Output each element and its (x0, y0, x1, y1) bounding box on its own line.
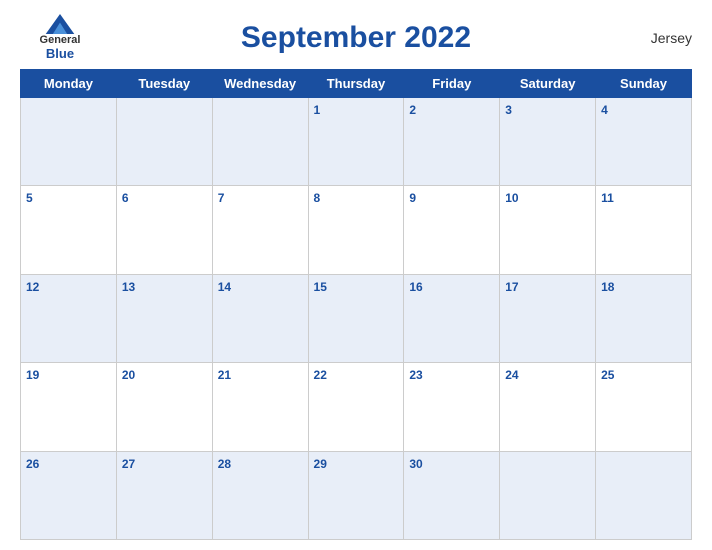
weekday-header-friday: Friday (404, 70, 500, 98)
day-number: 2 (409, 103, 416, 117)
day-number: 3 (505, 103, 512, 117)
region-label: Jersey (612, 30, 692, 46)
calendar-cell: 23 (404, 363, 500, 451)
weekday-header-thursday: Thursday (308, 70, 404, 98)
calendar-cell: 29 (308, 451, 404, 539)
calendar-cell: 8 (308, 186, 404, 274)
calendar-cell: 2 (404, 98, 500, 186)
logo: General Blue (20, 14, 100, 61)
day-number: 19 (26, 368, 39, 382)
day-number: 7 (218, 191, 225, 205)
day-number: 12 (26, 280, 39, 294)
calendar-cell: 18 (596, 274, 692, 362)
calendar-cell: 10 (500, 186, 596, 274)
weekday-header-sunday: Sunday (596, 70, 692, 98)
day-number: 17 (505, 280, 518, 294)
day-number: 27 (122, 457, 135, 471)
day-number: 8 (314, 191, 321, 205)
week-row-1: 1 2 3 4 (21, 98, 692, 186)
calendar-cell: 26 (21, 451, 117, 539)
week-row-2: 5 6 7 8 9 10 11 (21, 186, 692, 274)
day-number: 22 (314, 368, 327, 382)
day-number: 21 (218, 368, 231, 382)
day-number: 5 (26, 191, 33, 205)
calendar-cell (212, 98, 308, 186)
day-number: 24 (505, 368, 518, 382)
calendar-cell (116, 98, 212, 186)
calendar-header: General Blue September 2022 Jersey (20, 10, 692, 65)
day-number: 13 (122, 280, 135, 294)
day-number: 1 (314, 103, 321, 117)
day-number: 14 (218, 280, 231, 294)
day-number: 29 (314, 457, 327, 471)
day-number: 30 (409, 457, 422, 471)
calendar-cell: 24 (500, 363, 596, 451)
day-number: 26 (26, 457, 39, 471)
day-number: 9 (409, 191, 416, 205)
day-number: 18 (601, 280, 614, 294)
weekday-header-tuesday: Tuesday (116, 70, 212, 98)
weekday-header-wednesday: Wednesday (212, 70, 308, 98)
calendar-cell: 30 (404, 451, 500, 539)
day-number: 28 (218, 457, 231, 471)
calendar-cell: 6 (116, 186, 212, 274)
day-number: 11 (601, 191, 614, 205)
calendar-cell: 16 (404, 274, 500, 362)
calendar-cell: 17 (500, 274, 596, 362)
calendar-cell: 21 (212, 363, 308, 451)
calendar-cell: 25 (596, 363, 692, 451)
calendar-cell: 20 (116, 363, 212, 451)
calendar-cell: 7 (212, 186, 308, 274)
day-number: 6 (122, 191, 129, 205)
calendar-cell (500, 451, 596, 539)
calendar-cell: 19 (21, 363, 117, 451)
calendar-cell: 27 (116, 451, 212, 539)
weekday-header-monday: Monday (21, 70, 117, 98)
logo-blue: Blue (46, 46, 74, 61)
calendar-cell: 12 (21, 274, 117, 362)
day-number: 20 (122, 368, 135, 382)
calendar-cell: 1 (308, 98, 404, 186)
calendar-cell: 14 (212, 274, 308, 362)
weekday-header-row: MondayTuesdayWednesdayThursdayFridaySatu… (21, 70, 692, 98)
calendar-cell: 13 (116, 274, 212, 362)
calendar-cell: 3 (500, 98, 596, 186)
calendar-cell: 4 (596, 98, 692, 186)
day-number: 23 (409, 368, 422, 382)
calendar-table: MondayTuesdayWednesdayThursdayFridaySatu… (20, 69, 692, 540)
calendar-cell: 9 (404, 186, 500, 274)
logo-general: General (40, 34, 81, 46)
calendar-cell (596, 451, 692, 539)
day-number: 25 (601, 368, 614, 382)
week-row-5: 26 27 28 29 30 (21, 451, 692, 539)
calendar-cell: 5 (21, 186, 117, 274)
calendar-cell: 15 (308, 274, 404, 362)
day-number: 16 (409, 280, 422, 294)
calendar-cell (21, 98, 117, 186)
day-number: 15 (314, 280, 327, 294)
week-row-3: 12 13 14 15 16 17 18 (21, 274, 692, 362)
calendar-title: September 2022 (241, 21, 471, 55)
calendar-cell: 11 (596, 186, 692, 274)
weekday-header-saturday: Saturday (500, 70, 596, 98)
logo-icon (45, 14, 75, 34)
calendar-cell: 22 (308, 363, 404, 451)
day-number: 10 (505, 191, 518, 205)
day-number: 4 (601, 103, 608, 117)
calendar-cell: 28 (212, 451, 308, 539)
week-row-4: 19 20 21 22 23 24 25 (21, 363, 692, 451)
